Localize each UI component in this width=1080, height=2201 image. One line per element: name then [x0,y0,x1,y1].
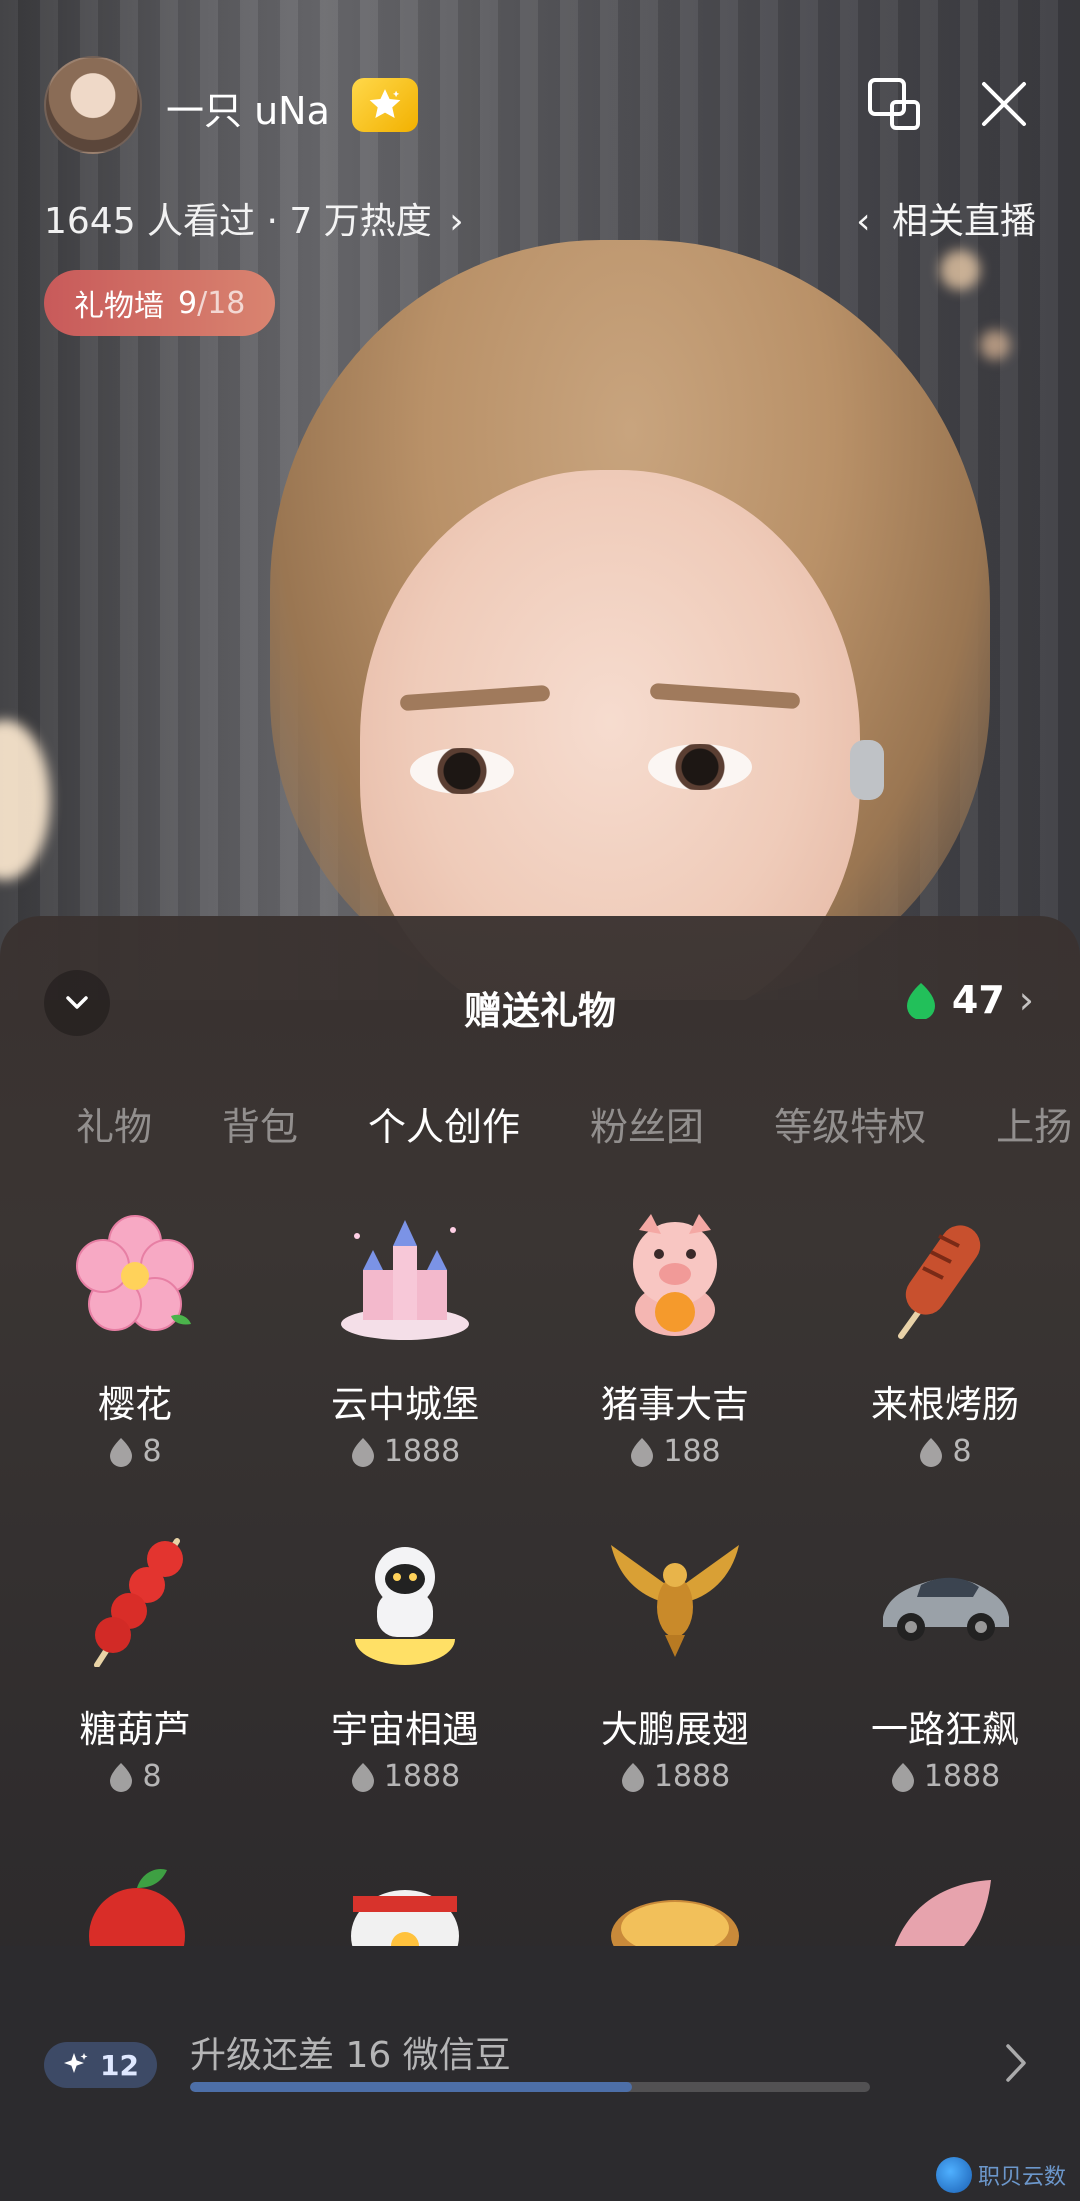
bean-icon [351,1762,374,1792]
bean-balance[interactable]: 47 › [904,978,1034,1022]
host-avatar[interactable] [44,56,142,154]
gift-price: 1888 [270,1759,540,1794]
gift-wall-count: 9 [178,285,198,321]
bean-icon [351,1437,374,1467]
gift-price: 1888 [810,1759,1080,1794]
cherry-blossom-icon [76,1215,194,1331]
gift-price: 8 [0,1434,270,1469]
gift-name: 云中城堡 [331,1383,479,1426]
watermark: 职贝云数 [935,2157,1066,2193]
balance-value: 47 [951,978,1005,1022]
gift-wall-label: 礼物墙 [74,289,164,324]
gift-price-value: 188 [663,1434,721,1469]
related-live-label: 相关直播 [891,201,1036,242]
pig-icon [633,1214,717,1336]
bean-icon [891,1762,914,1792]
gift-name: 大鹏展翅 [601,1708,749,1751]
gift-wall-total: /18 [197,285,246,321]
sports-car-icon [883,1577,1009,1641]
gift-price: 1888 [540,1759,810,1794]
tab-level-privileges[interactable]: 等级特权 [774,1096,926,1151]
gift-price: 8 [810,1434,1080,1469]
gift-name: 猪事大吉 [601,1383,749,1426]
gift-item[interactable]: 樱花 8 [0,1206,270,1536]
gift-price-value: 1888 [383,1759,461,1794]
sparkle-icon [64,2053,88,2073]
gift-price-value: 1888 [653,1759,731,1794]
bean-icon [621,1762,644,1792]
gift-price: 1888 [270,1434,540,1469]
chevron-right-icon: › [449,201,464,242]
gift-item[interactable]: 云中城堡 1888 [270,1206,540,1536]
level-badge[interactable]: 12 [44,2042,157,2088]
eagle-icon [611,1545,739,1657]
gift-wall-button[interactable]: 礼物墙 9/18 [44,270,276,336]
level-bar[interactable]: 12 升级还差 16 微信豆 职贝云数 [0,1946,1080,2201]
watermark-logo-icon [935,2157,972,2193]
gift-price-value: 8 [142,1759,162,1794]
gift-name: 糖葫芦 [79,1708,191,1751]
gift-item[interactable]: 糖葫芦 8 [0,1531,270,1861]
gift-price-value: 1888 [383,1434,461,1469]
close-icon[interactable] [972,72,1036,136]
left-eye [410,748,514,794]
castle-icon [341,1220,469,1340]
gift-price: 8 [0,1759,270,1794]
candied-haws-icon [94,1538,183,1667]
gift-price-value: 8 [952,1434,972,1469]
bean-icon [110,1762,133,1792]
gift-name: 来根烤肠 [871,1383,1019,1426]
gift-item[interactable]: 来根烤肠 8 [810,1206,1080,1536]
gift-tabs: 礼物 背包 个人创作 粉丝团 等级特权 上扬 [76,1096,1080,1151]
wechat-bean-icon [906,983,935,1019]
gift-item[interactable]: 大鹏展翅 1888 [540,1531,810,1861]
chevron-right-icon: › [1018,978,1034,1022]
tab-gifts[interactable]: 礼物 [76,1096,152,1151]
level-value: 12 [100,2048,139,2082]
chevron-left-icon: ‹ [856,201,871,242]
gift-price-value: 1888 [923,1759,1001,1794]
host-name[interactable]: 一只 uNa [166,80,330,135]
verified-star-badge-icon[interactable] [352,78,418,132]
gift-name: 宇宙相遇 [331,1708,479,1751]
bokeh-light [940,250,980,290]
gift-item[interactable]: 宇宙相遇 1888 [270,1531,540,1861]
stats-text: 1645 人看过 · 7 万热度 [44,201,432,242]
bean-icon [110,1437,133,1467]
earphone [850,740,884,800]
gift-name: 一路狂飙 [871,1708,1019,1751]
gift-name: 樱花 [98,1383,172,1426]
related-live-link[interactable]: ‹ 相关直播 [856,192,1036,244]
watermark-text: 职贝云数 [977,2165,1066,2190]
tab-backpack[interactable]: 背包 [222,1096,298,1151]
gift-panel: 赠送礼物 47 › 礼物 背包 个人创作 粉丝团 等级特权 上扬 樱花 8 云中… [0,916,1080,2201]
chevron-right-icon[interactable] [996,2038,1036,2088]
gift-price: 188 [540,1434,810,1469]
live-video [0,0,1080,1000]
gift-item[interactable]: 一路狂飙 1888 [810,1531,1080,1861]
level-progress-bar [190,2082,870,2092]
level-progress-fill [190,2082,632,2092]
gift-item[interactable]: 猪事大吉 188 [540,1206,810,1536]
mini-window-icon[interactable] [862,72,926,136]
bokeh-light [980,330,1010,360]
upgrade-hint: 升级还差 16 微信豆 [190,2035,511,2076]
bean-icon [920,1437,943,1467]
viewer-stats[interactable]: 1645 人看过 · 7 万热度 › [44,192,464,244]
right-eye [648,744,752,790]
tab-fan-club[interactable]: 粉丝团 [590,1096,704,1151]
astronaut-icon [355,1547,455,1665]
tab-more[interactable]: 上扬 [996,1096,1072,1151]
gift-price-value: 8 [142,1434,162,1469]
sausage-icon [898,1225,981,1339]
tab-personal-creation[interactable]: 个人创作 [368,1096,520,1151]
bean-icon [631,1437,654,1467]
